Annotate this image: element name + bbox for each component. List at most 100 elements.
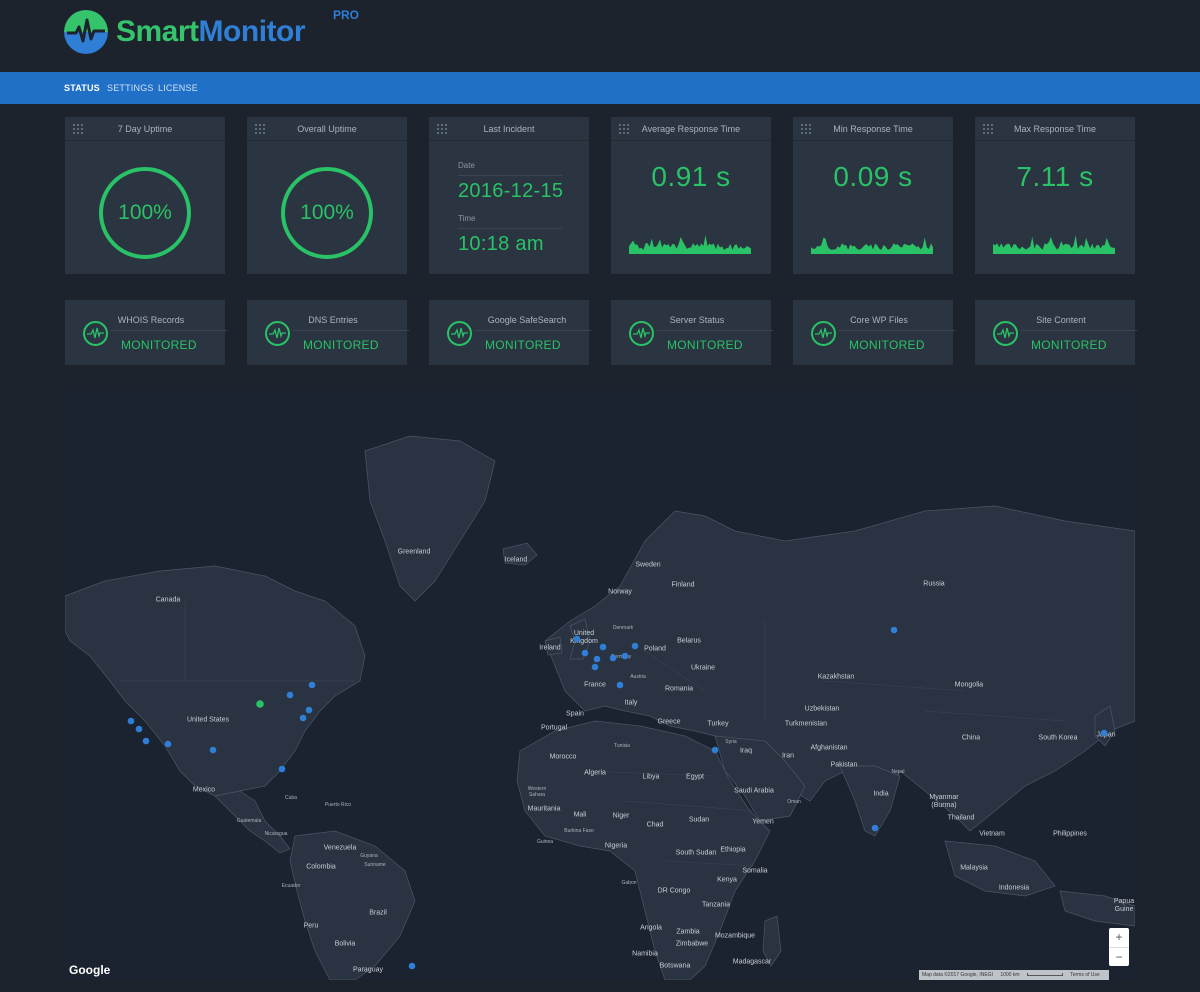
monitor-title: Core WP Files [850,315,908,325]
world-map[interactable]: Greenland Iceland Sweden Finland Norway … [65,391,1135,980]
uptime-ring: 100% [281,167,373,259]
zoom-in-button[interactable]: + [1109,928,1129,947]
monitor-title: DNS Entries [308,315,358,325]
map-label: Cuba [285,795,297,801]
map-label: Colombia [306,863,336,871]
map-label: Madagascar [732,958,772,966]
response-value: 7.11 s [1016,161,1094,192]
card-header: Max Response Time [975,117,1135,141]
map-attribution: Map data ©2017 Google, INEGI 1000 km Ter… [919,970,1109,980]
map-label: Ethiopia [720,846,746,854]
map-label: Belarus [677,637,701,645]
map-label: Saudi Arabia [734,787,774,795]
map-label: Turkey [707,720,729,728]
uptime-value: 100% [300,201,354,224]
map-label: Nepal [891,769,905,775]
divider [1021,330,1137,331]
map-label: Oman [787,799,801,805]
map-label: DR Congo [657,887,691,895]
divider [458,228,562,229]
map-label: Iraq [739,747,753,755]
card-overall-uptime: Overall Uptime 100% [247,117,407,274]
terms-of-use-link[interactable]: Terms of Use [1070,972,1099,978]
map-label: Iran [781,752,795,760]
map-label: Ecuador [281,883,301,889]
monitor-title: Google SafeSearch [487,315,567,325]
response-value: 0.91 s [651,161,731,192]
app-header: SmartMonitor PRO [0,0,1200,72]
map-label: Pakistan [830,761,858,769]
map-label: Greece [657,718,681,726]
pulse-icon [629,321,654,346]
zoom-control: + − [1109,928,1129,966]
map-label: France [584,681,606,689]
zoom-out-button[interactable]: − [1109,947,1129,966]
map-label: Italy [624,699,638,707]
sparkline-area [811,237,933,254]
monitor-title: Site Content [1036,315,1086,325]
map-label: Sweden [635,561,661,569]
uptime-ring: 100% [99,167,191,259]
map-scale-bar [1026,973,1063,977]
card-7day-uptime: 7 Day Uptime 100% [65,117,225,274]
response-sparkline [629,235,751,254]
monitor-status: MONITORED [849,338,925,352]
pulse-icon [811,321,836,346]
card-header: 7 Day Uptime [65,117,225,141]
nav-settings[interactable]: SETTINGS [107,72,154,104]
map-label: Gabon [621,880,637,886]
map-label: Canada [155,596,181,604]
map-label: Uzbekistan [804,705,840,713]
map-label: Norway [608,588,632,596]
monitor-status: MONITORED [303,338,379,352]
monitor-status: MONITORED [121,338,197,352]
map-label: Thailand [947,814,975,822]
map-label: Mongolia [954,681,984,689]
map-label: Papua Guine [1113,898,1135,913]
sparkline-area [629,235,751,254]
monitor-card-safesearch: Google SafeSearch MONITORED [429,300,591,365]
map-label: United Kingdom [570,630,598,645]
map-label: Poland [644,645,666,653]
map-label: South Sudan [675,849,717,857]
map-label: Iceland [504,556,528,564]
map-label: Vietnam [979,830,1005,838]
map-label: Germany [610,654,632,660]
map-label: Tunisia [614,743,630,749]
map-label: Egypt [686,773,704,781]
divider [458,175,562,176]
map-label: Burkina Faso [564,828,594,834]
map-label: Botswana [659,962,691,970]
card-title: Overall Uptime [297,124,357,134]
map-label: Portugal [540,724,568,732]
map-label: Mexico [192,786,216,794]
monitor-card-site-content: Site Content MONITORED [975,300,1137,365]
map-label: China [961,734,981,742]
map-label: Spain [566,710,584,718]
map-label: Japan [1096,731,1116,739]
map-label: South Korea [1038,734,1078,742]
card-title: Max Response Time [1013,124,1097,134]
monitor-status: MONITORED [485,338,561,352]
map-label: Angola [640,924,662,932]
card-last-incident: Last Incident Date 2016-12-15 Time 10:18… [429,117,589,274]
map-label: Brazil [369,909,387,917]
map-label: Mozambique [714,932,756,940]
incident-date-label: Date [458,161,475,170]
map-label: Guyana [360,853,378,859]
monitor-card-wp-files: Core WP Files MONITORED [793,300,955,365]
response-sparkline [811,237,933,254]
brand-logo[interactable]: SmartMonitor [64,10,306,54]
pulse-icon [993,321,1018,346]
map-label: Finland [671,581,695,589]
map-label: Ireland [539,644,561,652]
map-label: Mali [573,811,587,819]
card-title: 7 Day Uptime [117,124,173,134]
card-header: Last Incident [429,117,589,141]
nav-license[interactable]: LICENSE [158,72,198,104]
incident-time: 10:18 am [458,233,544,255]
nav-status[interactable]: STATUS [64,72,100,104]
pulse-logo-icon [64,10,108,54]
map-label: Indonesia [998,884,1030,892]
card-title: Average Response Time [641,124,741,134]
